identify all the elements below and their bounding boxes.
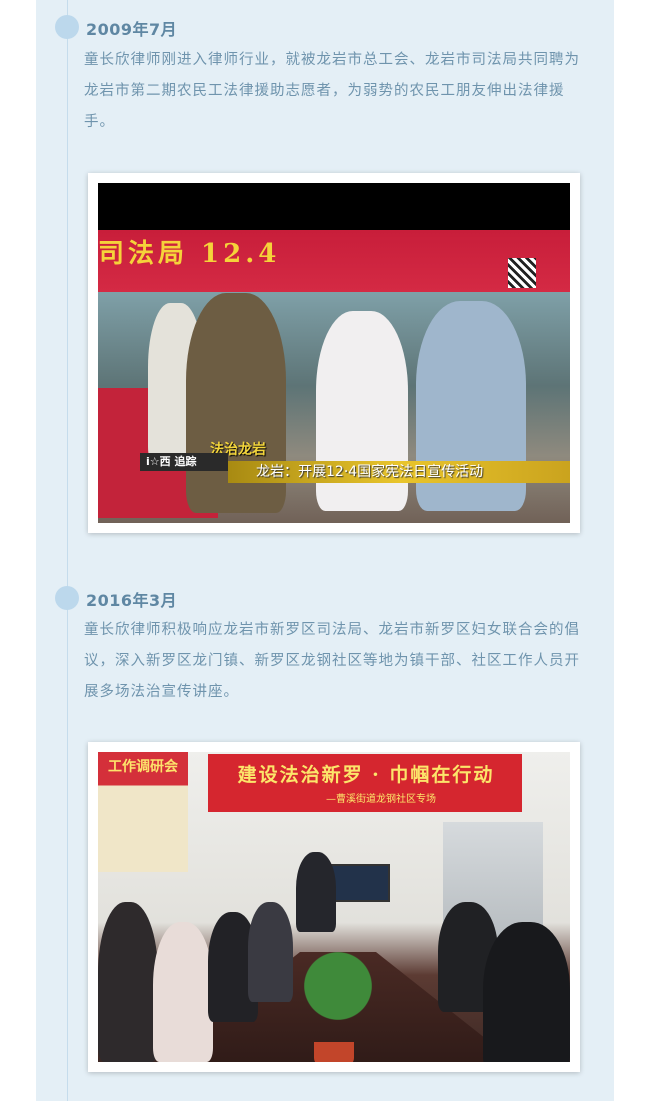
timeline-dot xyxy=(55,586,79,610)
left-banner-text: 工作调研会 xyxy=(108,759,178,775)
timeline-dot xyxy=(55,15,79,39)
qr-code-icon xyxy=(508,258,536,288)
entry-date: 2016年3月 xyxy=(86,591,178,610)
flower-pot xyxy=(314,1042,354,1062)
entry-date: 2009年7月 xyxy=(86,20,178,39)
entry-photo-frame: 司法局 12.4 法治龙岩 i☆西 追踪 龙岩：开展12·4国家宪法日宣传活动 xyxy=(88,173,580,533)
event-photo-law-day: 司法局 12.4 法治龙岩 i☆西 追踪 龙岩：开展12·4国家宪法日宣传活动 xyxy=(98,183,570,523)
person-speaker xyxy=(296,852,336,932)
channel-logo: i☆西 追踪 xyxy=(140,453,228,471)
person-attendee xyxy=(153,922,213,1062)
person-attendee xyxy=(248,902,293,1002)
tent-text: 司法局 12.4 xyxy=(98,239,281,269)
banner-text: 建设法治新罗 · 巾帼在行动 xyxy=(237,764,495,786)
caption-banner: 龙岩：开展12·4国家宪法日宣传活动 xyxy=(228,461,570,483)
banner-subtitle: —曹溪街道龙钢社区专场 xyxy=(326,794,436,805)
person-attendee xyxy=(98,902,158,1062)
entry-description: 童长欣律师积极响应龙岩市新罗区司法局、龙岩市新罗区妇女联合会的倡议，深入新罗区龙… xyxy=(84,622,580,700)
entry-description: 童长欣律师刚进入律师行业，就被龙岩市总工会、龙岩市司法局共同聘为龙岩市第二期农民… xyxy=(84,52,580,130)
entry-photo-frame: 工作调研会 建设法治新罗 · 巾帼在行动 —曹溪街道龙钢社区专场 xyxy=(88,742,580,1072)
timeline-line xyxy=(67,0,68,1101)
person-attendee xyxy=(483,922,570,1062)
event-photo-lecture: 工作调研会 建设法治新罗 · 巾帼在行动 —曹溪街道龙钢社区专场 xyxy=(98,752,570,1062)
